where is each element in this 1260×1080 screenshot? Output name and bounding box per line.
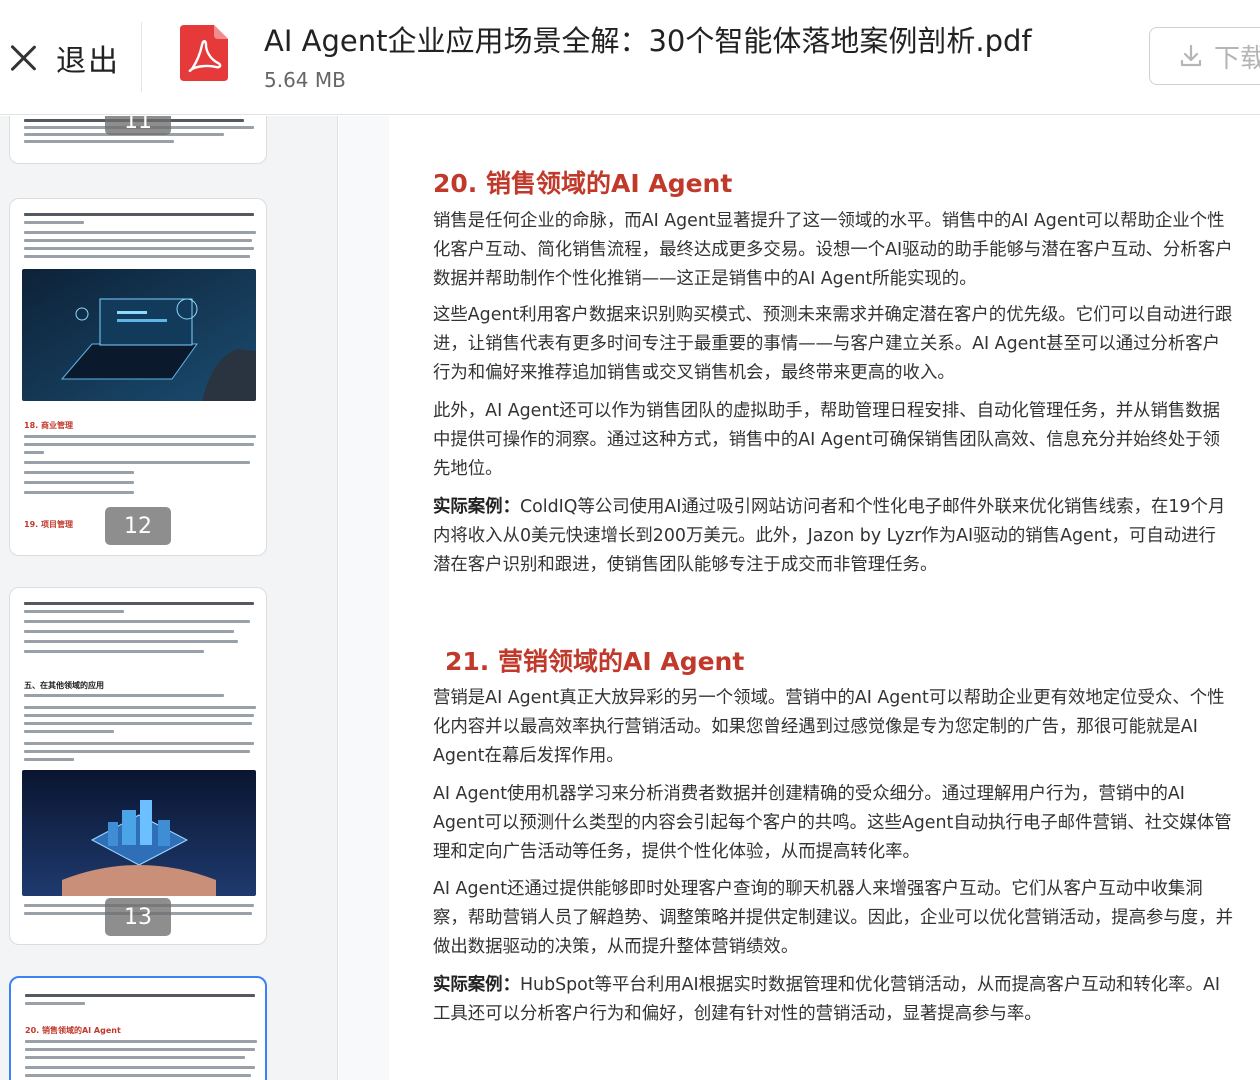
section-heading-marketing: 21. 营销领域的AI Agent: [445, 647, 745, 676]
thumb-text-line: [24, 221, 84, 224]
close-icon: [8, 43, 38, 73]
paragraph: 此外，AI Agent还可以作为销售团队的虚拟助手，帮助管理日程安排、自动化管理…: [433, 401, 1221, 479]
thumb-text-line: [25, 1056, 245, 1059]
thumb-text-line: [24, 471, 134, 474]
thumb-text-line: [24, 650, 204, 653]
thumb-text-line: [24, 602, 254, 605]
page-thumbnail-13[interactable]: 五、在其他领域的应用 13: [9, 587, 267, 945]
thumb-text-line: [24, 620, 250, 623]
document-page: 20. 销售领域的AI Agent 销售是任何企业的命脉，而AI Agent显著…: [389, 116, 1260, 1080]
thumb-text-line: [25, 994, 255, 997]
thumb-text-line: [24, 694, 224, 697]
thumb-text-line: [25, 1074, 251, 1077]
thumb-text-line: [24, 491, 134, 494]
thumb-text-line: [24, 730, 114, 733]
thumb-text-line: [24, 481, 134, 484]
page-thumbnail-current[interactable]: 20. 销售领域的AI Agent: [9, 976, 267, 1080]
thumb-text-line: [24, 630, 234, 633]
exit-label: 退出: [56, 44, 120, 79]
section-heading-sales: 20. 销售领域的AI Agent: [433, 169, 733, 198]
page-number-badge: 13: [105, 898, 171, 936]
thumb-text-line: [24, 758, 74, 761]
thumb-text-line: [24, 706, 256, 709]
thumb-text-line: [24, 714, 254, 717]
file-size: 5.64 MB: [264, 68, 346, 92]
thumb-text-line: [24, 213, 254, 216]
thumb-text-line: [24, 451, 44, 454]
thumb-text-line: [24, 255, 250, 258]
thumb-text-line: [24, 247, 254, 250]
file-title: AI Agent企业应用场景全解：30个智能体落地案例剖析.pdf: [264, 24, 1032, 58]
thumb-text-line: [24, 750, 250, 753]
thumb-heading: 19. 项目管理: [24, 520, 73, 529]
thumb-text-line: [24, 239, 252, 242]
case-label: 实际案例：: [433, 975, 520, 995]
case-text: ColdIQ等公司使用AI通过吸引网站访问者和个性化电子邮件外联来优化销售线索，…: [433, 497, 1226, 575]
header-divider: [141, 22, 142, 92]
download-button[interactable]: 下载: [1149, 27, 1260, 85]
thumb-heading: 20. 销售领域的AI Agent: [25, 1026, 121, 1035]
page-thumbnail-sidebar[interactable]: 11 18. 商业管理 19. 项目管理 12 五、在其他领域的应用 13 20…: [0, 116, 338, 1080]
page-thumbnail-11[interactable]: 11: [9, 116, 267, 164]
paragraph: 营销是AI Agent真正大放异彩的另一个领域。营销中的AI Agent可以帮助…: [433, 688, 1225, 766]
case-study-paragraph: 实际案例：HubSpot等平台利用AI根据实时数据管理和优化营销活动，从而提高客…: [433, 971, 1233, 1029]
thumb-text-line: [24, 640, 238, 643]
thumb-text-line: [24, 610, 124, 613]
thumb-text-line: [24, 140, 174, 143]
download-label: 下载: [1214, 43, 1260, 74]
paragraph: 这些Agent利用客户数据来识别购买模式、预测未来需求并确定潜在客户的优先级。它…: [433, 305, 1233, 383]
page-thumbnail-12[interactable]: 18. 商业管理 19. 项目管理 12: [9, 198, 267, 556]
thumb-text-line: [24, 461, 250, 464]
thumb-heading: 五、在其他领域的应用: [24, 681, 104, 690]
paragraph: AI Agent使用机器学习来分析消费者数据并创建精确的受众细分。通过理解用户行…: [433, 784, 1232, 862]
exit-button[interactable]: 退出: [8, 28, 120, 88]
thumb-text-line: [25, 1002, 85, 1005]
download-icon: [1180, 44, 1202, 67]
paragraph: AI Agent还通过提供能够即时处理客户查询的聊天机器人来增强客户互动。它们从…: [433, 879, 1233, 957]
thumb-text-line: [25, 1066, 255, 1069]
pdf-file-icon: [180, 25, 228, 81]
thumb-text-line: [24, 722, 252, 725]
case-label: 实际案例：: [433, 497, 520, 517]
thumb-text-line: [25, 1040, 257, 1043]
page-number-badge: 12: [105, 507, 171, 545]
thumb-text-line: [24, 231, 256, 234]
thumb-image-city: [22, 770, 256, 896]
case-study-paragraph: 实际案例：ColdIQ等公司使用AI通过吸引网站访问者和个性化电子邮件外联来优化…: [433, 493, 1233, 580]
thumb-text-line: [24, 443, 254, 446]
thumb-text-line: [24, 435, 256, 438]
thumb-text-line: [25, 1048, 255, 1051]
paragraph: 销售是任何企业的命脉，而AI Agent显著提升了这一领域的水平。销售中的AI …: [433, 211, 1233, 289]
thumb-text-line: [24, 742, 254, 745]
page-number-badge: 11: [105, 116, 171, 135]
thumb-image-laptop: [22, 269, 256, 401]
case-text: HubSpot等平台利用AI根据实时数据管理和优化营销活动，从而提高客户互动和转…: [433, 975, 1220, 1024]
document-viewport[interactable]: 20. 销售领域的AI Agent 销售是任何企业的命脉，而AI Agent显著…: [339, 116, 1260, 1080]
viewer-header: 退出 AI Agent企业应用场景全解：30个智能体落地案例剖析.pdf 5.6…: [0, 0, 1260, 115]
thumb-heading: 18. 商业管理: [24, 421, 73, 430]
